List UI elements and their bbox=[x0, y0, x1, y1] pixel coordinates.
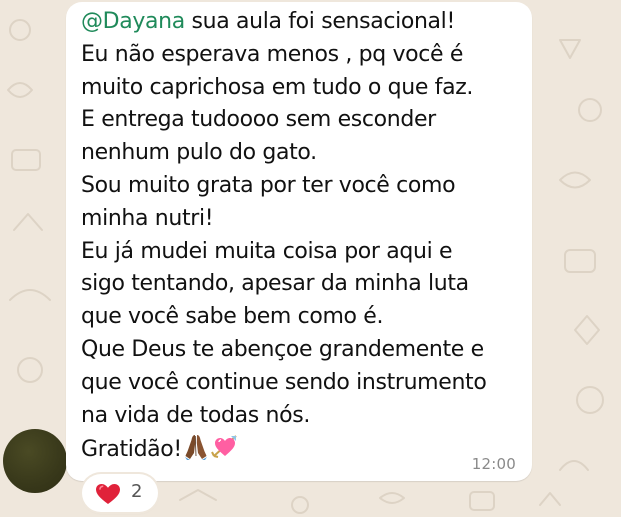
reaction-count: 2 bbox=[131, 481, 143, 502]
heart-with-arrow-icon bbox=[210, 432, 240, 471]
message-line: Gratidão! bbox=[81, 432, 529, 471]
message-line: nenhum pulo do gato. bbox=[81, 140, 317, 166]
message-bubble[interactable]: @Dayana sua aula foi sensacional! Eu não… bbox=[66, 2, 532, 481]
sender-avatar[interactable] bbox=[3, 429, 67, 493]
red-heart-icon bbox=[95, 483, 121, 509]
message-line: Eu já mudei muita coisa por aqui e bbox=[81, 238, 453, 264]
message-line: minha nutri! bbox=[81, 205, 214, 231]
message-line: Eu não esperava menos , pq você é bbox=[81, 41, 464, 67]
message-timestamp: 12:00 bbox=[471, 455, 516, 473]
message-line: Sou muito grata por ter você como bbox=[81, 172, 456, 198]
message-line: na vida de todas nós. bbox=[81, 402, 310, 428]
message-line: @Dayana sua aula foi sensacional! bbox=[81, 9, 455, 34]
message-line: que você sabe bem como é. bbox=[81, 304, 384, 330]
message-line: E entrega tudoooo sem esconder bbox=[81, 107, 436, 133]
message-line: muito caprichosa em tudo o que faz. bbox=[81, 74, 474, 100]
mention-link[interactable]: @Dayana bbox=[81, 9, 185, 34]
message-line: que você continue sendo instrumento bbox=[81, 369, 487, 395]
reaction-badge[interactable]: 2 bbox=[82, 474, 158, 512]
message-text: @Dayana sua aula foi sensacional! Eu não… bbox=[81, 6, 529, 471]
message-line: Que Deus te abençoe grandemente e bbox=[81, 336, 484, 362]
message-line: sigo tentando, apesar da minha luta bbox=[81, 271, 469, 297]
praying-hands-icon bbox=[183, 432, 209, 471]
